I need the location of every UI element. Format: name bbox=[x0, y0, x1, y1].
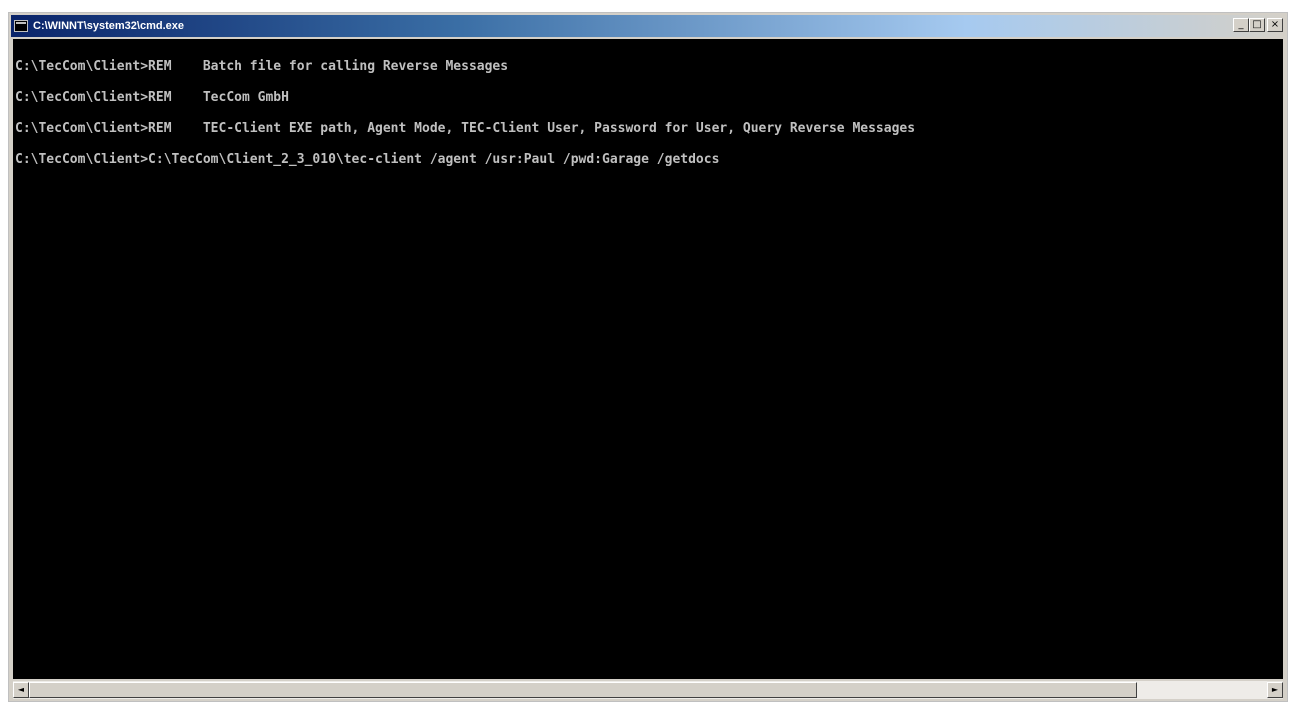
cmd-window: C:\WINNT\system32\cmd.exe _ □ × C:\TecCo… bbox=[8, 12, 1288, 702]
minimize-button[interactable]: _ bbox=[1233, 18, 1249, 32]
maximize-button[interactable]: □ bbox=[1249, 18, 1265, 32]
scroll-left-icon[interactable]: ◄ bbox=[13, 682, 29, 698]
close-button[interactable]: × bbox=[1267, 18, 1283, 32]
console-line: C:\TecCom\Client>C:\TecCom\Client_2_3_01… bbox=[15, 152, 720, 167]
console-line: C:\TecCom\Client>REM Batch file for call… bbox=[15, 59, 509, 74]
title-bar[interactable]: C:\WINNT\system32\cmd.exe _ □ × bbox=[11, 15, 1285, 37]
cmd-icon[interactable] bbox=[14, 20, 28, 32]
scroll-right-icon[interactable]: ► bbox=[1267, 682, 1283, 698]
scroll-track[interactable] bbox=[29, 681, 1267, 699]
console-line: C:\TecCom\Client>REM TEC-Client EXE path… bbox=[15, 121, 916, 136]
console-line: C:\TecCom\Client>REM TecCom GmbH bbox=[15, 90, 289, 105]
horizontal-scrollbar[interactable]: ◄ ► bbox=[13, 681, 1283, 699]
console-output[interactable]: C:\TecCom\Client>REM Batch file for call… bbox=[13, 39, 1283, 679]
scroll-thumb[interactable] bbox=[29, 682, 1137, 698]
window-title: C:\WINNT\system32\cmd.exe bbox=[33, 20, 184, 32]
window-controls: _ □ × bbox=[1233, 18, 1283, 32]
